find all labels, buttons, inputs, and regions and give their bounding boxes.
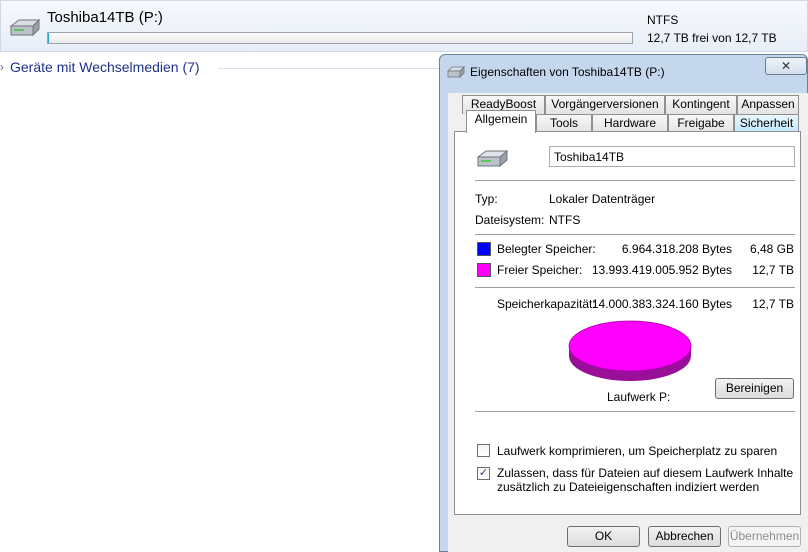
drive-name: Toshiba14TB (P:) [47,9,163,26]
tab-general[interactable]: Allgemein [466,110,536,133]
tab-label: Anpassen [741,97,795,111]
disk-usage-pie [568,320,692,381]
close-button[interactable]: ✕ [765,57,807,75]
dialog-client: ReadyBoost Vorgängerversionen Kontingent… [448,93,808,552]
chevron-right-icon: › [0,60,4,74]
index-checkbox[interactable]: ✓ [477,467,490,480]
dialog-titlebar[interactable]: Eigenschaften von Toshiba14TB (P:) ✕ [440,55,807,87]
separator [475,411,795,412]
properties-dialog: Eigenschaften von Toshiba14TB (P:) ✕ Rea… [439,54,808,552]
group-header-removable[interactable]: › Geräte mit Wechselmedien (7) [0,58,440,78]
index-label-line1: Zulassen, dass für Dateien auf diesem La… [497,466,794,480]
dialog-title: Eigenschaften von Toshiba14TB (P:) [470,65,665,79]
group-divider [218,68,440,69]
tab-label: Hardware [603,116,657,130]
tab-page-general: Typ: Lokaler Datenträger Dateisystem: NT… [454,131,801,515]
index-label-line2: zusätzlich zu Dateieigenschaften indizie… [497,480,760,494]
compress-label: Laufwerk komprimieren, um Speicherplatz … [497,444,778,458]
drive-filesystem: NTFS [647,13,679,27]
separator [475,287,795,288]
free-bytes: 13.993.419.005.952 Bytes [591,263,732,277]
used-size: 6,48 GB [749,242,794,256]
close-icon: ✕ [780,59,792,73]
drive-usage-bar [47,32,633,44]
tab-customize[interactable]: Anpassen [737,95,799,114]
tab-label: Allgemein [474,112,528,126]
pie-free-slice [568,320,692,372]
free-label: Freier Speicher: [497,263,583,277]
free-size: 12,7 TB [752,263,794,277]
used-bytes: 6.964.318.208 Bytes [621,242,732,256]
drive-free-space: 12,7 TB frei von 12,7 TB [647,31,777,45]
compress-checkbox[interactable] [477,444,490,457]
tab-label: Vorgängerversionen [551,97,659,111]
drive-letter-label: Laufwerk P: [607,390,671,404]
drive-tile-toshiba[interactable]: Toshiba14TB (P:) NTFS 12,7 TB frei von 1… [0,0,808,52]
tab-label: ReadyBoost [470,97,537,111]
free-color-swatch [477,263,491,277]
capacity-label: Speicherkapazität: [497,297,596,311]
used-label: Belegter Speicher: [497,242,596,256]
filesystem-label: Dateisystem: [475,213,545,227]
used-color-swatch [477,242,491,256]
type-value: Lokaler Datenträger [549,192,656,206]
filesystem-value: NTFS [549,213,581,227]
ok-button[interactable]: OK [567,526,640,547]
tab-quota[interactable]: Kontingent [665,95,737,114]
apply-button[interactable]: Übernehmen [728,526,801,547]
tab-previous-versions[interactable]: Vorgängerversionen [545,95,665,114]
separator [475,180,795,181]
cleanup-button[interactable]: Bereinigen [715,378,794,399]
tab-label: Sicherheit [739,116,794,130]
tab-label: Kontingent [672,97,730,111]
hard-drive-icon [9,18,41,37]
drive-name-input[interactable] [549,146,795,167]
capacity-size: 12,7 TB [752,297,794,311]
checkmark-icon: ✓ [478,467,489,479]
separator [475,234,795,235]
cancel-button[interactable]: Abbrechen [648,526,721,547]
hard-drive-icon [447,66,465,78]
tab-label: Freigabe [677,116,725,130]
tab-label: Tools [549,116,578,130]
type-label: Typ: [475,192,498,206]
group-label: Geräte mit Wechselmedien (7) [10,59,200,75]
hard-drive-icon [476,149,509,168]
capacity-bytes: 14.000.383.324.160 Bytes [591,297,732,311]
